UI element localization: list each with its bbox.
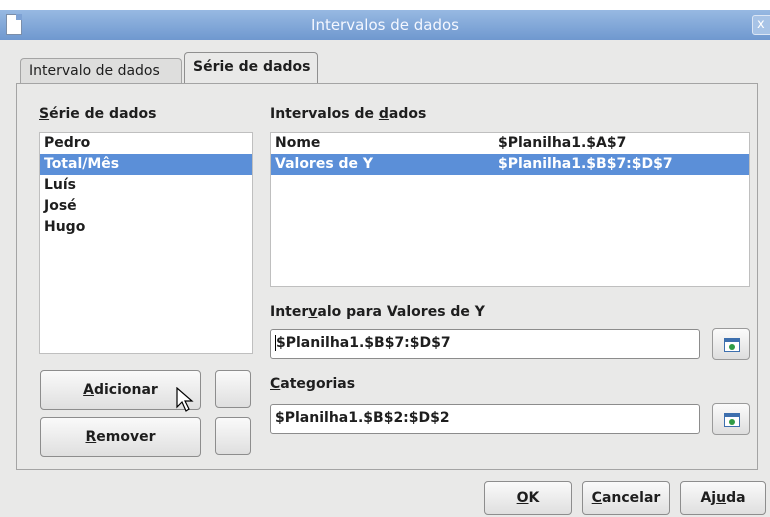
series-item-hugo[interactable]: Hugo	[40, 217, 252, 238]
series-item-jose[interactable]: José	[40, 196, 252, 217]
window-title: Intervalos de dados	[311, 16, 459, 34]
move-up-button[interactable]	[215, 370, 251, 408]
close-button[interactable]: x	[752, 15, 770, 35]
y-range-input[interactable]: $Planilha1.$B$7:$D$7	[270, 329, 700, 359]
data-ranges-listbox[interactable]: Nome $Planilha1.$A$7 Valores de Y $Plani…	[270, 132, 750, 287]
tab-intervalo-de-dados[interactable]: Intervalo de dados	[20, 58, 182, 84]
range-row-nome[interactable]: Nome $Planilha1.$A$7	[271, 133, 749, 154]
range-role-label: Valores de Y	[275, 156, 374, 172]
title-bar: Intervalos de dados x	[0, 10, 770, 40]
categories-input[interactable]: $Planilha1.$B$2:$D$2	[270, 404, 700, 434]
select-y-range-button[interactable]	[712, 328, 750, 360]
shrink-range-icon	[724, 338, 740, 352]
categories-label: Categorias	[270, 376, 356, 392]
range-value: $Planilha1.$A$7	[498, 135, 627, 151]
series-item-pedro[interactable]: Pedro	[40, 133, 252, 154]
dialog-body: Intervalo de dados Série de dados Série …	[0, 40, 770, 517]
data-ranges-heading: Intervalos de dados	[270, 106, 427, 122]
y-range-label: Intervalo para Valores de Y	[270, 304, 485, 320]
ok-button[interactable]: OK	[484, 481, 572, 515]
select-categories-range-button[interactable]	[712, 403, 750, 435]
help-button[interactable]: Ajuda	[680, 481, 766, 515]
shrink-range-icon	[724, 413, 740, 427]
range-role-label: Nome	[275, 135, 321, 151]
remove-button[interactable]: Remover	[40, 417, 201, 457]
cancel-button[interactable]: Cancelar	[582, 481, 670, 515]
tab-panel: Série de dados Pedro Total/Mês Luís José…	[16, 83, 758, 470]
series-item-luis[interactable]: Luís	[40, 175, 252, 196]
series-list-heading: Série de dados	[39, 106, 157, 122]
series-item-total-mes[interactable]: Total/Mês	[40, 154, 252, 175]
tab-serie-de-dados[interactable]: Série de dados	[184, 52, 318, 84]
range-row-valores-de-y[interactable]: Valores de Y $Planilha1.$B$7:$D$7	[271, 154, 749, 175]
range-value: $Planilha1.$B$7:$D$7	[498, 156, 673, 172]
move-down-button[interactable]	[215, 417, 251, 455]
series-listbox[interactable]: Pedro Total/Mês Luís José Hugo	[39, 132, 253, 354]
